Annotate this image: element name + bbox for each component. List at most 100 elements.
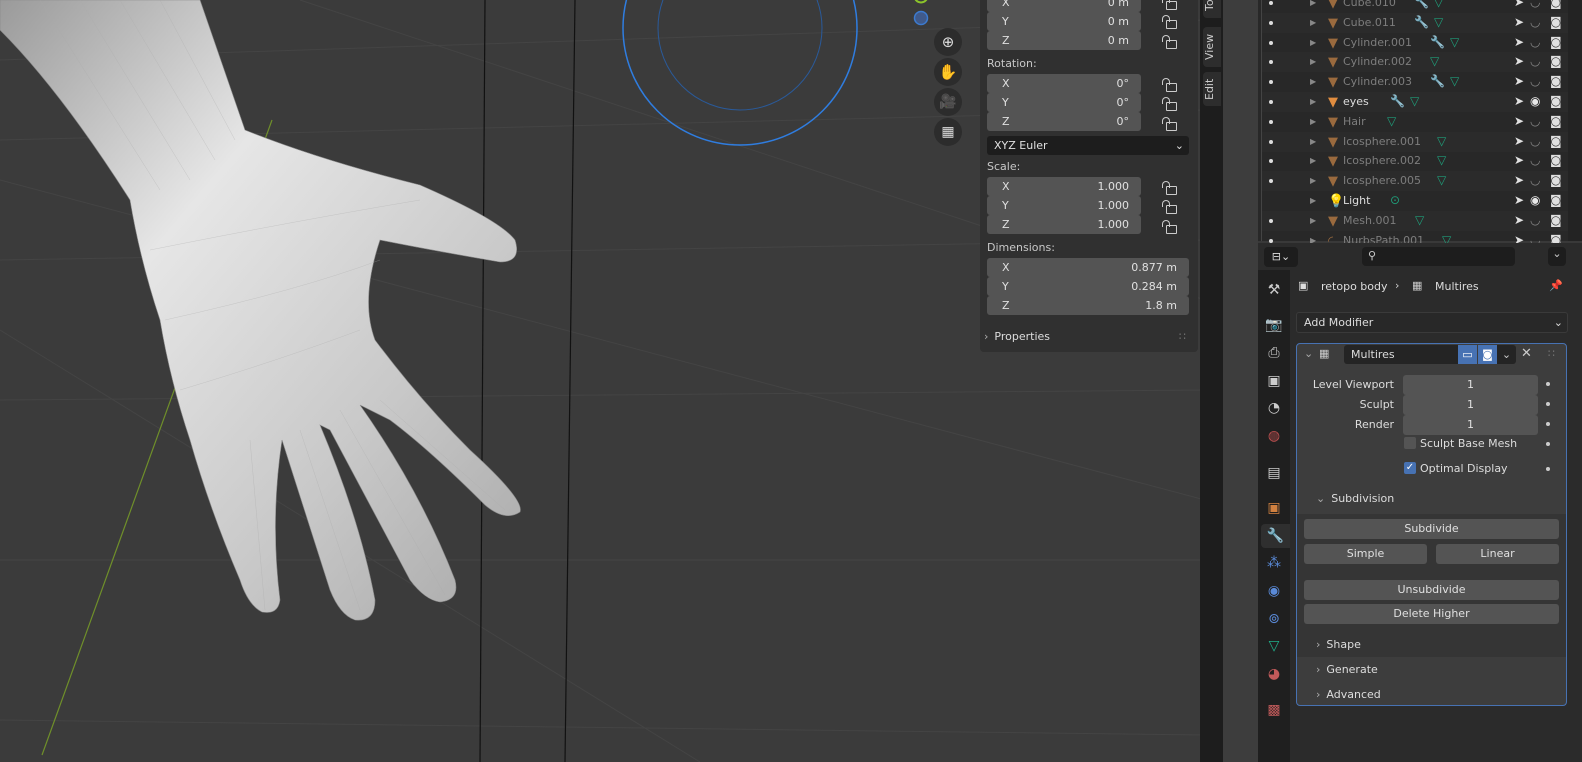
optimal-display-checkbox[interactable]: ✓ [1404,462,1416,474]
outliner-item[interactable]: ▶ ▼ Cylinder.002 ▽ ➤ ◡ ◙ [1262,52,1568,73]
light-data-icon[interactable]: ⊙ [1390,193,1400,207]
mesh-data-icon[interactable]: ▽ [1430,54,1439,68]
constraints-tab-icon[interactable]: ⊚ [1262,607,1286,631]
render-camera-icon[interactable]: ◙ [1550,35,1562,49]
eye-closed-icon[interactable]: ◡ [1530,15,1540,29]
keyframe-dot[interactable] [1546,422,1550,426]
wrench-icon[interactable]: 🔧 [1390,94,1405,108]
location-y-field[interactable]: Y 0 m [987,12,1141,31]
mesh-data-icon[interactable]: ▽ [1450,74,1459,88]
selectable-arrow-icon[interactable]: ➤ [1514,114,1524,128]
rotation-mode-dropdown[interactable]: XYZ Euler ⌄ [987,136,1189,155]
generate-section-header[interactable]: › Generate [1316,663,1378,676]
render-camera-icon[interactable]: ◙ [1550,15,1562,29]
tab-view[interactable]: View [1203,27,1221,67]
eye-icon[interactable]: ◉ [1530,193,1540,207]
dimensions-x-field[interactable]: X 0.877 m [987,258,1189,277]
modifier-tab-icon[interactable]: 🔧 [1261,524,1290,548]
keyframe-dot[interactable] [1546,467,1550,471]
mesh-data-icon[interactable]: ▽ [1434,0,1443,9]
selectable-arrow-icon[interactable]: ➤ [1514,193,1524,207]
keyframe-dot[interactable] [1546,382,1550,386]
options-dropdown[interactable]: ⌄ [1548,247,1566,266]
wrench-icon[interactable]: 🔧 [1414,0,1429,9]
dimensions-y-field[interactable]: Y 0.284 m [987,277,1189,296]
outliner-item[interactable]: ▶ ▼ Cylinder.001 🔧 ▽ ➤ ◡ ◙ [1262,33,1568,53]
output-tab-icon[interactable]: ⎙ [1262,341,1286,365]
lock-icon[interactable] [1162,181,1177,195]
lock-icon[interactable] [1162,97,1177,111]
selectable-arrow-icon[interactable]: ➤ [1514,74,1524,88]
keyframe-dot[interactable] [1546,442,1550,446]
delete-higher-button[interactable]: Delete Higher [1304,604,1559,624]
outliner-item[interactable]: ▶ 💡 Light ⊙ ➤ ◉ ◙ [1262,191,1568,211]
expand-arrow-icon[interactable]: ▶ [1310,196,1316,205]
scale-x-field[interactable]: X 1.000 [987,177,1141,196]
outliner-item[interactable]: ▶ ▼ Icosphere.002 ▽ ➤ ◡ ◙ [1262,151,1568,171]
wrench-icon[interactable]: 🔧 [1430,35,1445,49]
pin-icon[interactable]: 📌 [1549,279,1563,292]
render-camera-icon[interactable]: ◙ [1550,153,1562,167]
expand-arrow-icon[interactable]: ▶ [1310,216,1316,225]
collection-tab-icon[interactable]: ▤ [1262,461,1286,485]
rotation-x-field[interactable]: X 0° [987,74,1141,93]
properties-subpanel-header[interactable]: › Properties ∷ [984,330,1194,350]
eye-closed-icon[interactable]: ◡ [1530,54,1540,68]
lock-icon[interactable] [1162,78,1177,92]
eye-closed-icon[interactable]: ◡ [1530,0,1540,9]
mesh-data-icon[interactable]: ▽ [1410,94,1419,108]
subdivision-section-header[interactable]: ⌄ Subdivision [1316,492,1394,505]
eye-closed-icon[interactable]: ◡ [1530,173,1540,187]
particles-tab-icon[interactable]: ⁂ [1262,551,1286,575]
subdivide-button[interactable]: Subdivide [1304,519,1559,539]
simple-button[interactable]: Simple [1304,544,1427,564]
modifier-menu-dropdown[interactable]: ⌄ [1497,345,1516,364]
expand-arrow-icon[interactable]: ▶ [1310,176,1316,185]
add-modifier-dropdown[interactable]: Add Modifier ⌄ [1296,312,1568,333]
advanced-section-header[interactable]: › Advanced [1316,688,1381,701]
lock-icon[interactable] [1162,220,1177,234]
level-viewport-field[interactable]: 1 [1403,375,1538,395]
selectable-arrow-icon[interactable]: ➤ [1514,173,1524,187]
render-camera-icon[interactable]: ◙ [1550,54,1562,68]
selectable-arrow-icon[interactable]: ➤ [1514,35,1524,49]
location-x-field[interactable]: X 0 m [987,0,1141,12]
linear-button[interactable]: Linear [1436,544,1559,564]
render-camera-icon[interactable]: ◙ [1550,173,1562,187]
scale-z-field[interactable]: Z 1.000 [987,215,1141,234]
world-tab-icon[interactable]: ◍ [1262,424,1286,448]
lock-icon[interactable] [1162,35,1177,49]
selectable-arrow-icon[interactable]: ➤ [1514,153,1524,167]
material-tab-icon[interactable]: ◕ [1262,662,1286,686]
show-viewport-toggle[interactable]: ▭ [1458,345,1477,364]
eye-closed-icon[interactable]: ◡ [1530,114,1540,128]
mesh-data-icon[interactable]: ▽ [1434,15,1443,29]
render-camera-icon[interactable]: ◙ [1550,114,1562,128]
render-camera-icon[interactable]: ◙ [1550,0,1562,9]
search-input[interactable]: ⚲ [1362,247,1515,266]
collapse-chevron-icon[interactable]: ⌄ [1304,347,1313,360]
outliner-item[interactable]: ▶ ▼ Mesh.001 ▽ ➤ ◡ ◙ [1262,210,1568,231]
physics-tab-icon[interactable]: ◉ [1262,579,1286,603]
dimensions-z-field[interactable]: Z 1.8 m [987,296,1189,315]
lock-icon[interactable] [1162,15,1177,29]
data-tab-icon[interactable]: ▽ [1262,634,1286,658]
outliner-item[interactable]: ▶ ▼ Hair ▽ ➤ ◡ ◙ [1262,112,1568,132]
drag-handle-icon[interactable]: ∷ [1179,330,1186,343]
shape-section-header[interactable]: › Shape [1316,638,1361,651]
lock-icon[interactable] [1162,200,1177,214]
unsubdivide-button[interactable]: Unsubdivide [1304,580,1559,600]
selectable-arrow-icon[interactable]: ➤ [1514,213,1524,227]
mesh-data-icon[interactable]: ▽ [1450,35,1459,49]
sculpt-level-field[interactable]: 1 [1403,395,1538,415]
texture-tab-icon[interactable]: ▩ [1262,698,1286,722]
tab-tool[interactable]: To [1203,0,1221,18]
show-render-toggle[interactable]: ◙ [1478,345,1497,364]
outliner-item[interactable]: ▶ ▼ Icosphere.001 ▽ ➤ ◡ ◙ [1262,131,1568,152]
outliner-item[interactable]: ▶ ▼ eyes 🔧 ▽ ➤ ◉ ◙ [1262,92,1568,112]
wrench-icon[interactable]: 🔧 [1414,15,1429,29]
delete-modifier-icon[interactable]: ✕ [1521,346,1532,361]
mesh-data-icon[interactable]: ▽ [1437,134,1446,148]
expand-arrow-icon[interactable]: ▶ [1310,97,1316,106]
outliner-item[interactable]: ▶ ▼ Cube.011 🔧 ▽ ➤ ◡ ◙ [1262,12,1568,33]
